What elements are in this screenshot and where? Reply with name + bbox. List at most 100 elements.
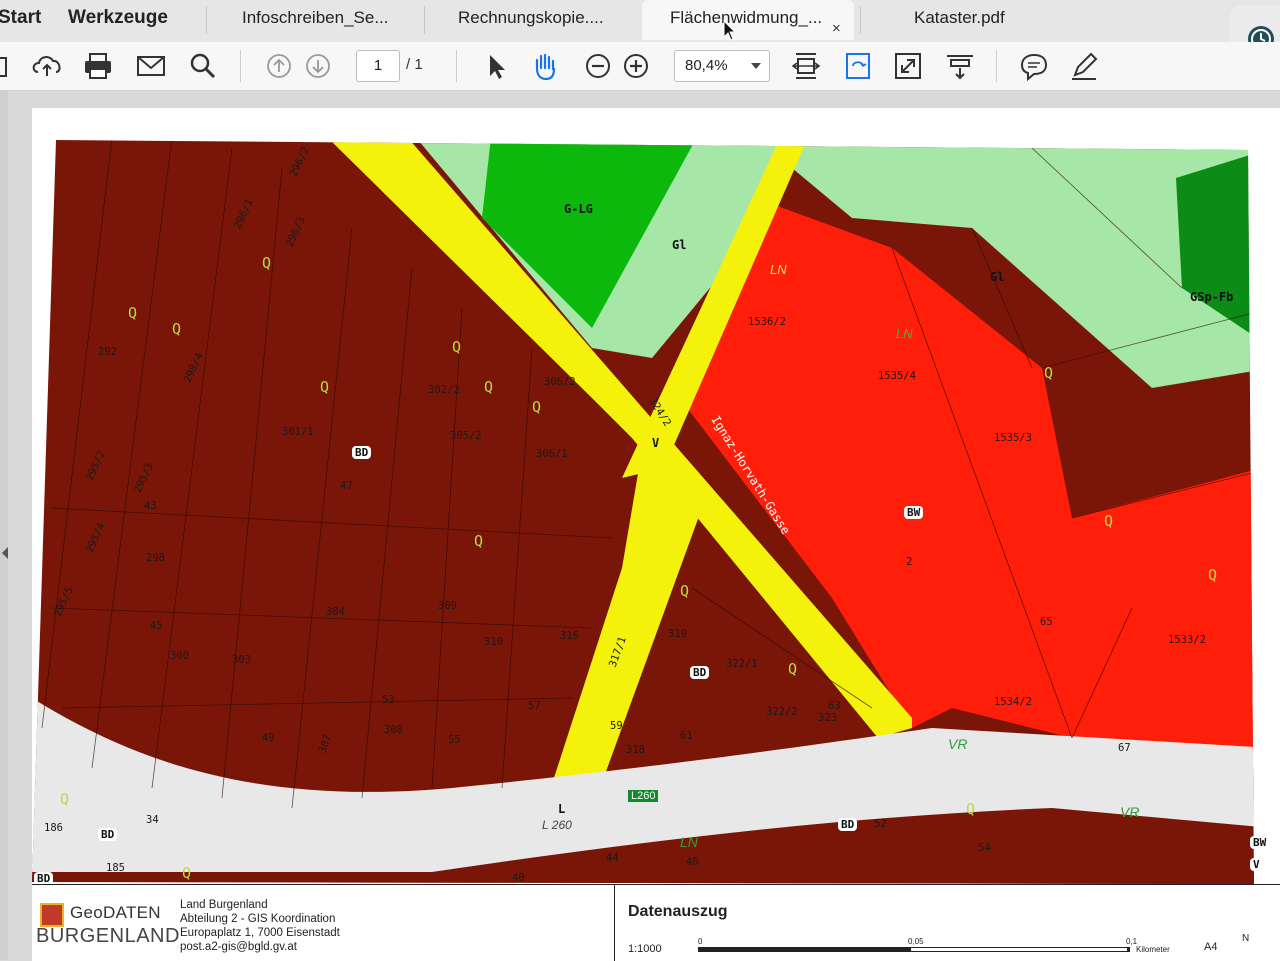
parcel-number: 65 <box>1040 616 1053 628</box>
tab-document-kataster[interactable]: Kataster.pdf <box>914 0 1054 40</box>
parcel-number: 306/2 <box>544 376 576 388</box>
sidebar-toggle-button[interactable] <box>0 48 24 84</box>
q-marker: Q <box>172 320 182 338</box>
zoom-in-button[interactable] <box>618 48 654 84</box>
parcel-number: 316 <box>560 630 579 642</box>
tab-label: Flächenwidmung_... <box>670 8 823 27</box>
parcel-number: 186 <box>44 822 63 834</box>
north-arrow-icon: N <box>1242 933 1250 944</box>
tab-tools[interactable]: Werkzeuge <box>68 0 188 40</box>
zone-label: BW <box>904 506 924 519</box>
parcel-number: 1535/4 <box>878 370 916 382</box>
tab-start[interactable]: Start <box>0 0 46 40</box>
q-marker: Q <box>788 660 798 678</box>
parcel-number: 47 <box>340 480 353 492</box>
print-icon <box>85 53 111 79</box>
zone-label: Gl <box>990 270 1005 284</box>
q-marker: Q <box>1208 566 1218 584</box>
parcel-number: 322/1 <box>726 658 758 670</box>
footer-divider <box>614 885 615 961</box>
scale-unit: Kilometer <box>1136 945 1170 954</box>
zone-label: VR <box>948 736 968 752</box>
q-marker: Q <box>182 864 192 882</box>
org-line: Abteilung 2 - GIS Koordination <box>180 913 336 925</box>
parcel-number: 61 <box>680 730 693 742</box>
sidebar-icon <box>0 57 7 77</box>
parcel-number: 55 <box>448 734 461 746</box>
tab-document-flaechenwidmung[interactable]: Flächenwidmung_... × <box>642 0 854 40</box>
parcel-number: 300 <box>170 650 189 662</box>
map-footer: GeoDATEN BURGENLAND Land Burgenland Abte… <box>32 884 1280 961</box>
search-icon <box>190 53 216 79</box>
parcel-number: 310 <box>484 636 503 648</box>
q-marker: Q <box>532 398 542 416</box>
upload-button[interactable] <box>30 48 66 84</box>
parcel-number: 302/2 <box>428 384 460 396</box>
comment-button[interactable] <box>1016 48 1052 84</box>
select-tool-button[interactable] <box>478 48 514 84</box>
parcel-number: 185 <box>106 862 125 874</box>
rotate-icon <box>846 53 870 79</box>
rotate-button[interactable] <box>840 48 876 84</box>
previous-page-button[interactable] <box>261 48 297 84</box>
hand-icon <box>535 53 556 81</box>
zone-label: BD <box>98 828 118 841</box>
zone-label: LN <box>896 326 913 341</box>
zoom-level-select[interactable]: 80,4% <box>674 50 770 82</box>
scale-tick: 0,05 <box>908 937 924 946</box>
scale-tick: 0 <box>698 937 703 946</box>
q-marker: Q <box>1044 364 1054 382</box>
draw-button[interactable] <box>1066 48 1102 84</box>
org-line: Europaplatz 1, 7000 Eisenstadt <box>180 927 340 939</box>
parcel-number: 59 <box>610 720 623 732</box>
next-page-button[interactable] <box>300 48 336 84</box>
find-button[interactable] <box>185 48 221 84</box>
tab-document-infoschreiben[interactable]: Infoschreiben_Se... <box>242 0 412 40</box>
parcel-number: 45 <box>150 620 163 632</box>
fit-page-button[interactable] <box>788 48 824 84</box>
org-line: post.a2-gis@bgld.gv.at <box>180 941 297 953</box>
road-number-badge: L260 <box>628 790 659 802</box>
logo-text-bottom: BURGENLAND <box>36 925 180 947</box>
parcel-number: 1534/2 <box>994 696 1032 708</box>
parcel-number: 40 <box>512 872 525 884</box>
parcel-number: 323 <box>818 712 837 724</box>
fullscreen-button[interactable] <box>890 48 926 84</box>
parcel-number: 1533/2 <box>1168 634 1206 646</box>
toolbar-separator <box>996 50 997 82</box>
q-marker: Q <box>1104 512 1114 530</box>
page-number-input[interactable]: 1 <box>356 50 400 82</box>
parcel-number: 305/2 <box>450 430 482 442</box>
zone-label: V <box>652 436 660 450</box>
q-marker: Q <box>60 790 70 808</box>
parcel-number: 306/1 <box>536 448 568 460</box>
chevron-left-icon[interactable] <box>1 547 9 559</box>
tab-separator <box>860 6 861 34</box>
parcel-number: 303 <box>232 654 251 666</box>
print-button[interactable] <box>80 48 116 84</box>
zone-label: BD <box>838 818 858 831</box>
org-line: Land Burgenland <box>180 899 268 911</box>
parcel-number: 43 <box>144 500 157 512</box>
page-down-icon <box>306 54 330 78</box>
q-marker: Q <box>320 378 330 396</box>
zone-label: LN <box>770 262 787 277</box>
tab-separator <box>424 6 425 34</box>
scroll-mode-button[interactable] <box>942 48 978 84</box>
zoom-out-button[interactable] <box>580 48 616 84</box>
paper-size: A4 <box>1204 941 1218 953</box>
fullscreen-icon <box>895 53 921 79</box>
zoning-map <box>32 140 1254 884</box>
hand-tool-button[interactable] <box>528 48 564 84</box>
email-button[interactable] <box>133 48 169 84</box>
page-total: / 1 <box>406 56 423 73</box>
zone-label: LN <box>680 834 698 850</box>
tab-document-rechnungskopie[interactable]: Rechnungskopie.... <box>458 0 628 40</box>
parcel-number: 53 <box>382 694 395 706</box>
parcel-number: 34 <box>146 814 159 826</box>
parcel-number: 309 <box>438 600 457 612</box>
parcel-number: 298 <box>146 552 165 564</box>
document-page: G-LG Gl Gl GSp-Fb LN LN BW BW BD BD BD BD BD V V L VR VR L… <box>32 108 1280 960</box>
parcel-number: 46 <box>686 856 699 868</box>
scale-ratio: 1:1000 <box>628 943 662 955</box>
